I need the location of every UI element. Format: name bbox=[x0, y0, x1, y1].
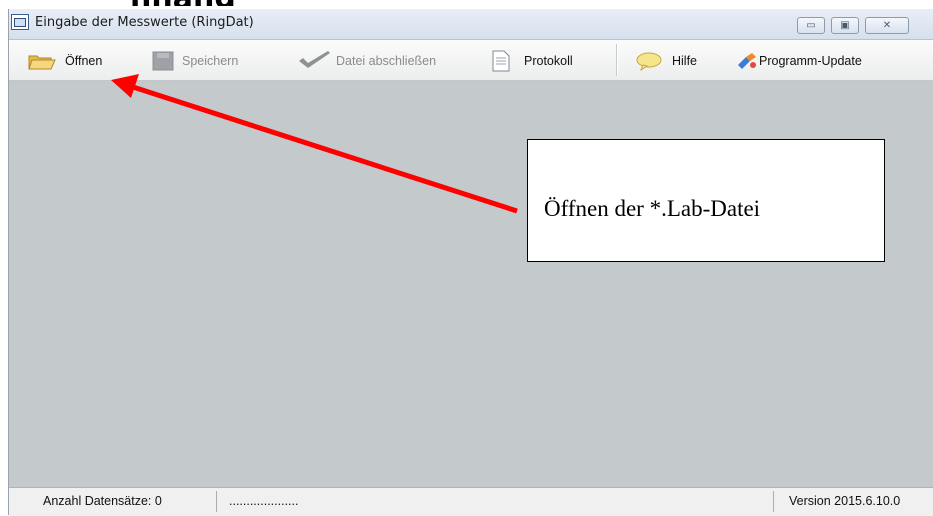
arrow-head bbox=[111, 74, 139, 98]
annotation-arrow bbox=[111, 74, 518, 214]
arrow-shaft bbox=[132, 84, 518, 214]
